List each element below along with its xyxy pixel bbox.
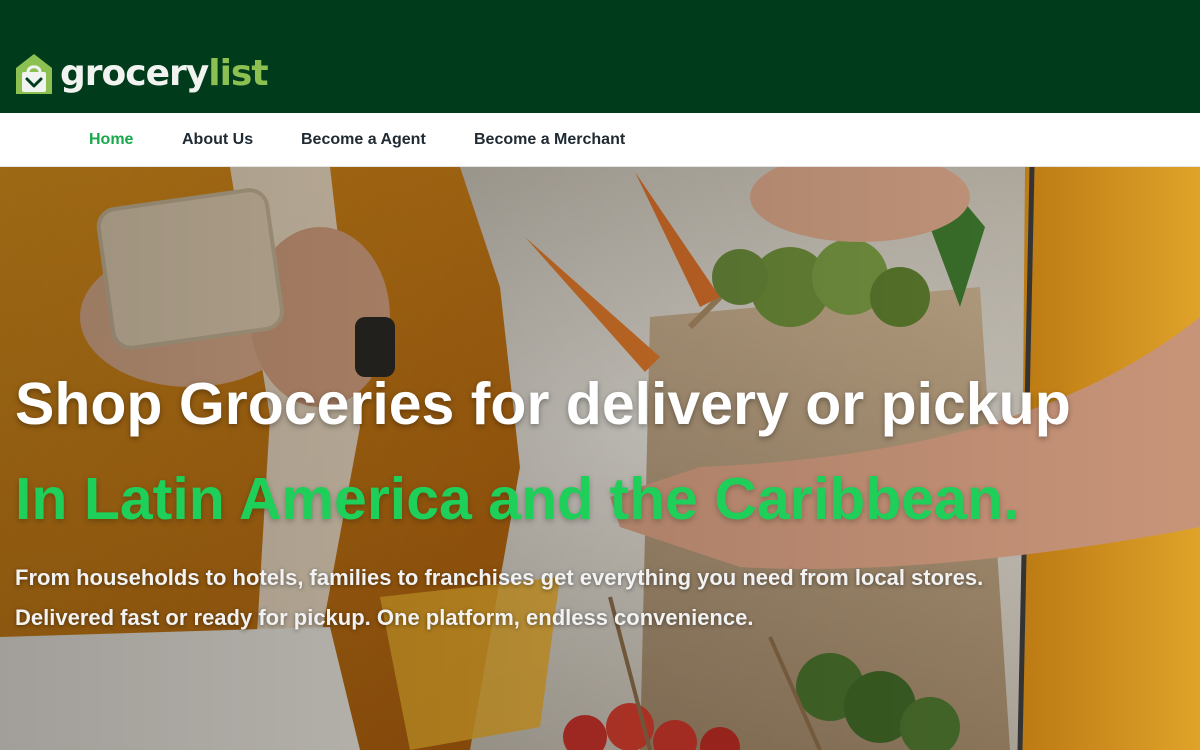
brand-logo[interactable]: grocerylist <box>14 50 269 98</box>
hero-section: Shop Groceries for delivery or pickup In… <box>0 167 1200 750</box>
brand-name-part1: grocery <box>60 53 209 94</box>
hero-subtitle: In Latin America and the Caribbean. <box>15 466 1020 532</box>
main-nav: Home About Us Become a Agent Become a Me… <box>0 113 1200 167</box>
site-header: grocerylist <box>0 0 1200 113</box>
nav-item-become-merchant[interactable]: Become a Merchant <box>474 113 625 167</box>
hero-overlay <box>0 167 1200 750</box>
brand-name-part2: list <box>208 53 268 94</box>
nav-item-become-agent[interactable]: Become a Agent <box>301 113 426 167</box>
hero-description: From households to hotels, families to f… <box>15 558 1165 638</box>
nav-item-home[interactable]: Home <box>89 113 133 167</box>
brand-wordmark: grocerylist <box>60 53 269 94</box>
nav-item-about-us[interactable]: About Us <box>182 113 253 167</box>
hero-description-line-1: From households to hotels, families to f… <box>15 565 984 590</box>
hero-description-line-2: Delivered fast or ready for pickup. One … <box>15 605 754 630</box>
hero-title: Shop Groceries for delivery or pickup <box>15 371 1071 437</box>
shopping-bag-house-icon <box>16 54 52 94</box>
